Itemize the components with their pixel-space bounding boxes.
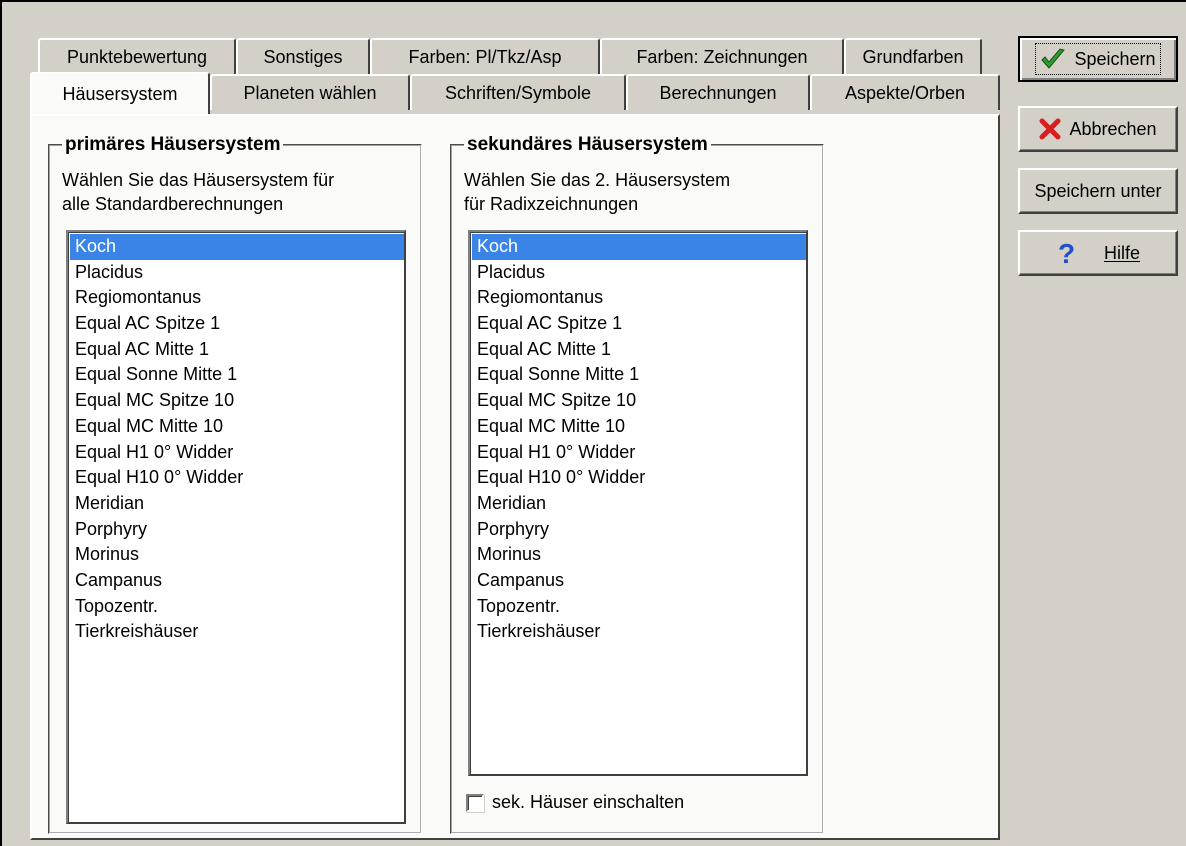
secondary-list-item[interactable]: Equal AC Spitze 1: [472, 311, 806, 337]
tab-schriften-symbole[interactable]: Schriften/Symbole: [410, 74, 626, 110]
primary-list-item[interactable]: Equal AC Spitze 1: [70, 311, 404, 337]
cancel-button[interactable]: Abbrechen: [1018, 106, 1178, 152]
primary-list-item[interactable]: Campanus: [70, 568, 404, 594]
primary-desc-line2: alle Standardberechnungen: [62, 194, 284, 214]
tab-panel-haeusersystem: primäres Häusersystem Wählen Sie das Häu…: [30, 114, 1000, 840]
secondary-house-system-group: sekundäres Häusersystem Wählen Sie das 2…: [450, 134, 824, 834]
tab-planeten-waehlen[interactable]: Planeten wählen: [210, 74, 410, 110]
secondary-desc-line2: für Radixzeichnungen: [464, 194, 639, 214]
save-as-button-label: Speichern unter: [1034, 180, 1162, 201]
primary-list-item[interactable]: Equal AC Mitte 1: [70, 337, 404, 363]
secondary-house-system-list[interactable]: Koch Placidus Regiomontanus Equal AC Spitze…: [468, 230, 808, 776]
secondary-desc-line1: Wählen Sie das 2. Häusersystem: [464, 170, 731, 190]
cancel-button-label: Abbrechen: [1069, 118, 1157, 139]
primary-desc-line1: Wählen Sie das Häusersystem für: [62, 170, 335, 190]
primary-house-system-list[interactable]: Koch Placidus Regiomontanus Equal AC Spitze…: [66, 230, 406, 824]
secondary-list-item[interactable]: Equal MC Spitze 10: [472, 388, 806, 414]
secondary-list-item[interactable]: Meridian: [472, 491, 806, 517]
svg-text:?: ?: [1058, 239, 1075, 267]
secondary-houses-checkbox-label: sek. Häuser einschalten: [492, 792, 685, 812]
help-button-label: Hilfe: [1103, 242, 1140, 263]
tab-aspekte-orben[interactable]: Aspekte/Orben: [810, 74, 1000, 110]
secondary-group-description: Wählen Sie das 2. Häusersystem für Radix…: [464, 168, 730, 216]
save-button-label: Speichern: [1074, 48, 1156, 69]
secondary-list-item[interactable]: Koch: [472, 234, 806, 260]
primary-list-item[interactable]: Meridian: [70, 491, 404, 517]
secondary-houses-checkbox[interactable]: [466, 793, 484, 812]
secondary-list-item[interactable]: Campanus: [472, 568, 806, 594]
save-button[interactable]: Speichern: [1018, 36, 1178, 82]
secondary-list-item[interactable]: Regiomontanus: [472, 285, 806, 311]
red-x-icon: [1039, 118, 1061, 140]
secondary-list-item[interactable]: Equal MC Mitte 10: [472, 414, 806, 440]
secondary-list-item[interactable]: Equal Sonne Mitte 1: [472, 362, 806, 388]
secondary-list-item[interactable]: Morinus: [472, 542, 806, 568]
question-mark-icon: ?: [1056, 239, 1076, 267]
tab-farben-zeichnungen[interactable]: Farben: Zeichnungen: [600, 38, 844, 74]
primary-list-item[interactable]: Equal MC Mitte 10: [70, 414, 404, 440]
secondary-list-item[interactable]: Equal AC Mitte 1: [472, 337, 806, 363]
tab-punktebewertung[interactable]: Punktebewertung: [38, 38, 236, 74]
secondary-houses-toggle[interactable]: sek. Häuser einschalten: [466, 792, 684, 813]
tab-grundfarben[interactable]: Grundfarben: [844, 38, 982, 74]
secondary-list-item[interactable]: Porphyry: [472, 517, 806, 543]
secondary-list-item[interactable]: Topozentr.: [472, 594, 806, 620]
primary-list-item[interactable]: Koch: [70, 234, 404, 260]
secondary-list-item[interactable]: Equal H10 0° Widder: [472, 465, 806, 491]
tab-farben-pl-tkz-asp[interactable]: Farben: Pl/Tkz/Asp: [370, 38, 600, 74]
options-dialog: Punktebewertung Sonstiges Farben: Pl/Tkz…: [0, 0, 1186, 846]
primary-list-item[interactable]: Equal MC Spitze 10: [70, 388, 404, 414]
primary-group-title: primäres Häusersystem: [62, 134, 284, 156]
primary-list-item[interactable]: Equal Sonne Mitte 1: [70, 362, 404, 388]
checkmark-icon: [1040, 47, 1066, 71]
secondary-list-item[interactable]: Equal H1 0° Widder: [472, 440, 806, 466]
primary-group-description: Wählen Sie das Häusersystem für alle Sta…: [62, 168, 334, 216]
primary-list-item[interactable]: Morinus: [70, 542, 404, 568]
primary-list-item[interactable]: Topozentr.: [70, 594, 404, 620]
help-button[interactable]: ? Hilfe: [1018, 230, 1178, 276]
secondary-list-item[interactable]: Tierkreishäuser: [472, 619, 806, 645]
primary-house-system-group: primäres Häusersystem Wählen Sie das Häu…: [48, 134, 422, 834]
tab-haeusersystem[interactable]: Häusersystem: [30, 72, 210, 114]
save-button-focus: Speichern: [1035, 43, 1161, 75]
primary-list-item[interactable]: Equal H10 0° Widder: [70, 465, 404, 491]
save-as-button[interactable]: Speichern unter: [1018, 168, 1178, 214]
primary-list-item[interactable]: Tierkreishäuser: [70, 619, 404, 645]
secondary-list-item[interactable]: Placidus: [472, 260, 806, 286]
primary-list-item[interactable]: Regiomontanus: [70, 285, 404, 311]
tab-sonstiges[interactable]: Sonstiges: [236, 38, 370, 74]
primary-list-item[interactable]: Porphyry: [70, 517, 404, 543]
secondary-group-title: sekundäres Häusersystem: [464, 134, 711, 156]
primary-list-item[interactable]: Equal H1 0° Widder: [70, 440, 404, 466]
tab-berechnungen[interactable]: Berechnungen: [626, 74, 810, 110]
primary-list-item[interactable]: Placidus: [70, 260, 404, 286]
